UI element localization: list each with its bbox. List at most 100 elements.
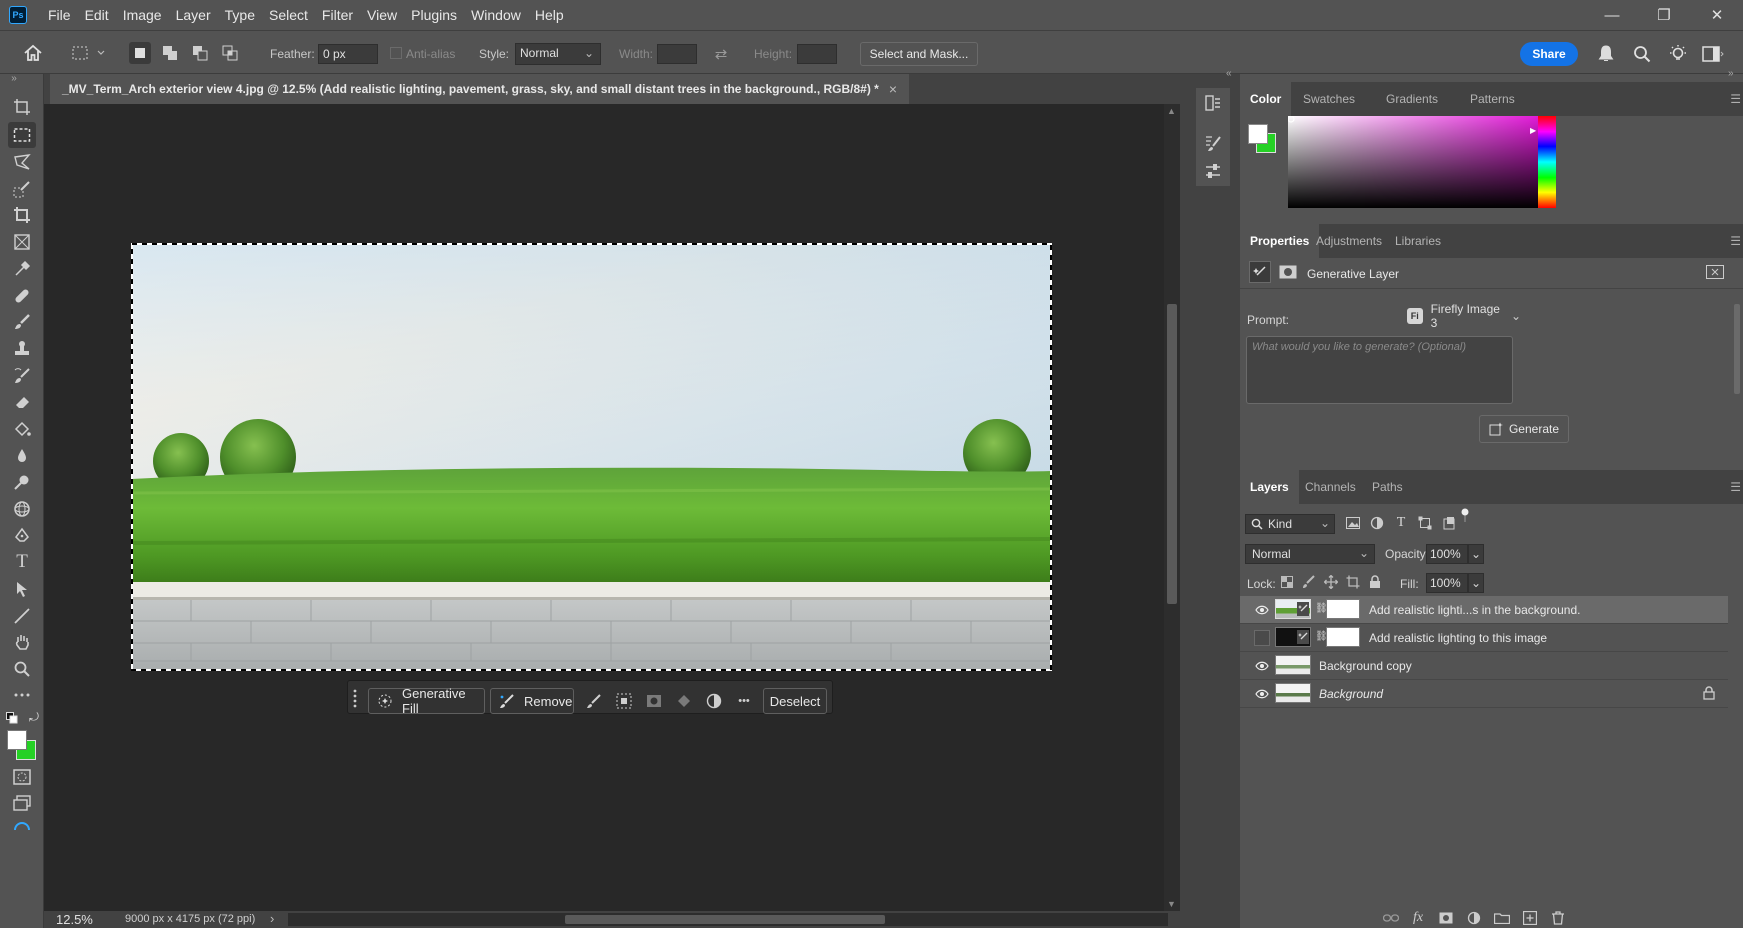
menu-help[interactable]: Help: [528, 0, 571, 30]
menu-layer[interactable]: Layer: [169, 0, 218, 30]
lock-position-icon[interactable]: [1322, 573, 1340, 591]
drag-handle-icon[interactable]: [353, 688, 357, 708]
filter-type-icon[interactable]: T: [1392, 514, 1410, 532]
quick-mask-icon[interactable]: [8, 764, 36, 790]
scroll-down-icon[interactable]: ▼: [1167, 899, 1176, 909]
hand-tool-icon[interactable]: [8, 629, 36, 655]
properties-scrollbar[interactable]: [1732, 298, 1742, 458]
pen-tool-icon[interactable]: [8, 523, 36, 549]
vertical-scrollbar[interactable]: ▲ ▼: [1164, 104, 1180, 911]
select-and-mask-button[interactable]: Select and Mask...: [860, 42, 978, 66]
path-selection-tool-icon[interactable]: [8, 576, 36, 602]
add-mask-icon[interactable]: [1435, 908, 1457, 928]
rectangular-marquee-tool-icon[interactable]: [8, 122, 36, 148]
swap-colors-icon[interactable]: ⤾: [27, 710, 41, 724]
delete-layer-icon[interactable]: [1547, 908, 1569, 928]
crop-tool-icon[interactable]: [8, 202, 36, 228]
lock-transparency-icon[interactable]: [1278, 573, 1296, 591]
dodge-tool-icon[interactable]: [8, 469, 36, 495]
filter-smart-object-icon[interactable]: [1440, 514, 1458, 532]
menu-plugins[interactable]: Plugins: [404, 0, 464, 30]
properties-scroll-thumb[interactable]: [1734, 304, 1740, 394]
style-select[interactable]: Normal ⌄: [515, 43, 601, 65]
object-selection-tool-icon[interactable]: [8, 176, 36, 202]
horizontal-scrollbar[interactable]: [288, 913, 1168, 926]
tab-layers[interactable]: Layers: [1240, 470, 1299, 504]
frame-tool-icon[interactable]: [8, 229, 36, 255]
expand-toolbar-icon[interactable]: »: [6, 72, 22, 84]
share-button[interactable]: Share: [1520, 42, 1578, 66]
layer-row[interactable]: Background: [1240, 680, 1728, 708]
new-layer-icon[interactable]: [1519, 908, 1541, 928]
close-tab-icon[interactable]: ×: [889, 81, 897, 97]
layer-row[interactable]: ⛓ Add realistic lighti...s in the backgr…: [1240, 596, 1728, 624]
invert-selection-icon[interactable]: [611, 688, 637, 714]
tab-patterns[interactable]: Patterns: [1460, 82, 1525, 116]
healing-brush-tool-icon[interactable]: [8, 283, 36, 309]
menu-filter[interactable]: Filter: [315, 0, 360, 30]
menu-image[interactable]: Image: [116, 0, 169, 30]
create-mask-icon[interactable]: [641, 688, 667, 714]
menu-type[interactable]: Type: [218, 0, 262, 30]
workspace-icon[interactable]: [1700, 42, 1726, 66]
lock-all-icon[interactable]: [1366, 573, 1384, 591]
vertical-scroll-thumb[interactable]: [1167, 304, 1177, 604]
tab-paths[interactable]: Paths: [1362, 470, 1413, 504]
menu-file[interactable]: File: [41, 0, 78, 30]
menu-select[interactable]: Select: [262, 0, 315, 30]
zoom-tool-icon[interactable]: [8, 656, 36, 682]
blur-tool-icon[interactable]: [8, 443, 36, 469]
deselect-button[interactable]: Deselect: [763, 688, 827, 714]
eraser-tool-icon[interactable]: [8, 389, 36, 415]
artboard-tool-icon[interactable]: [8, 94, 36, 120]
home-icon[interactable]: [20, 41, 46, 65]
tab-adjustments[interactable]: Adjustments: [1306, 224, 1392, 258]
paint-bucket-tool-icon[interactable]: [8, 416, 36, 442]
lock-pixels-icon[interactable]: [1300, 573, 1318, 591]
lock-artboard-icon[interactable]: [1344, 573, 1362, 591]
clone-stamp-tool-icon[interactable]: [8, 336, 36, 362]
share-review-icon[interactable]: [12, 820, 32, 830]
filter-adjustment-icon[interactable]: [1368, 514, 1386, 532]
foreground-color-chip[interactable]: [1248, 124, 1268, 144]
layer-row[interactable]: Background copy: [1240, 652, 1728, 680]
blend-mode-select[interactable]: Normal ⌄: [1245, 544, 1375, 564]
foreground-color-swatch[interactable]: [7, 730, 27, 750]
layers-panel-menu-icon[interactable]: ☰: [1730, 480, 1741, 494]
eyedropper-tool-icon[interactable]: [8, 256, 36, 282]
anti-alias-checkbox[interactable]: [390, 47, 402, 59]
document-tab[interactable]: _MV_Term_Arch exterior view 4.jpg @ 12.5…: [50, 74, 910, 104]
filter-pixel-icon[interactable]: [1344, 514, 1362, 532]
history-brush-tool-icon[interactable]: [8, 363, 36, 389]
visibility-toggle-hidden[interactable]: [1254, 630, 1270, 646]
menu-view[interactable]: View: [360, 0, 404, 30]
more-options-button[interactable]: •••: [731, 688, 757, 714]
restore-button[interactable]: ❐: [1641, 0, 1687, 30]
horizontal-scroll-thumb[interactable]: [565, 915, 885, 924]
zoom-level[interactable]: 12.5%: [56, 912, 93, 927]
width-input[interactable]: [657, 44, 697, 64]
document-image[interactable]: [130, 243, 1053, 671]
prompt-textarea[interactable]: What would you like to generate? (Option…: [1246, 336, 1513, 404]
link-layers-icon[interactable]: [1380, 908, 1402, 928]
layer-filter-select[interactable]: Kind ⌄: [1245, 514, 1335, 534]
brush-tool-icon[interactable]: [8, 309, 36, 335]
generative-fill-button[interactable]: Generative Fill: [368, 686, 485, 716]
new-group-icon[interactable]: [1491, 908, 1513, 928]
sphere-tool-icon[interactable]: [8, 496, 36, 522]
history-icon[interactable]: [1202, 92, 1224, 114]
properties-panel-menu-icon[interactable]: ☰: [1730, 234, 1741, 248]
saturation-brightness-field[interactable]: [1287, 115, 1539, 208]
bell-icon[interactable]: [1594, 42, 1618, 66]
subtract-selection-icon[interactable]: [189, 42, 211, 64]
marquee-preset-icon[interactable]: [68, 41, 108, 65]
tab-libraries[interactable]: Libraries: [1385, 224, 1451, 258]
status-menu-arrow[interactable]: ›: [270, 911, 274, 926]
type-tool-icon[interactable]: T: [8, 549, 36, 575]
remove-button[interactable]: Remove: [490, 688, 574, 714]
visibility-eye-icon[interactable]: [1254, 658, 1270, 674]
scroll-up-icon[interactable]: ▲: [1167, 106, 1176, 116]
feather-input[interactable]: 0 px: [318, 44, 378, 64]
layer-mask-thumbnail[interactable]: [1326, 627, 1360, 647]
model-selector[interactable]: Fi Firefly Image 3 ⌄: [1407, 302, 1521, 330]
